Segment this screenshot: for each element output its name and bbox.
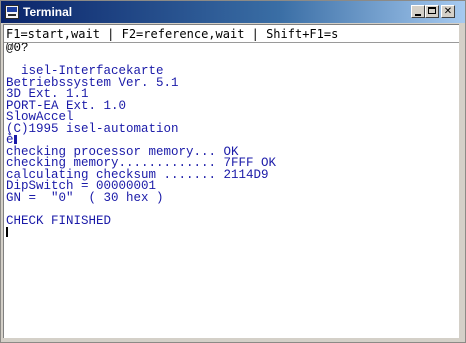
window-title: Terminal	[23, 5, 73, 19]
terminal-line: CHECK FINISHED	[6, 213, 456, 228]
terminal-window: Terminal ✕ F1=start,wait | F2=reference,…	[0, 0, 466, 343]
minimize-button[interactable]	[411, 5, 425, 18]
shortcut-bar[interactable]: F1=start,wait | F2=reference,wait | Shif…	[6, 26, 456, 42]
terminal-line-text: @0?	[6, 43, 29, 55]
maximize-icon	[428, 7, 436, 14]
block-glyph-icon	[13, 135, 17, 144]
terminal-client-area[interactable]: F1=start,wait | F2=reference,wait | Shif…	[3, 24, 459, 338]
minimize-icon	[415, 14, 421, 16]
text-cursor-icon	[6, 227, 8, 237]
title-bar[interactable]: Terminal ✕	[1, 1, 465, 23]
terminal-line-text: CHECK FINISHED	[6, 213, 112, 228]
terminal-line: (C)1995 isel-automation	[6, 121, 456, 136]
terminal-output[interactable]: @0? isel-Interfacekarte Betriebssystem Ve…	[6, 43, 456, 239]
close-button[interactable]: ✕	[441, 5, 455, 18]
terminal-line-text: (C)1995 isel-automation	[6, 121, 179, 136]
terminal-app-icon[interactable]	[5, 5, 19, 19]
close-icon: ✕	[443, 6, 453, 17]
maximize-button[interactable]	[425, 5, 439, 18]
window-bottom-edge	[1, 338, 465, 342]
window-right-edge	[459, 24, 465, 338]
terminal-line: GN = "0" ( 30 hex )	[6, 190, 456, 205]
terminal-line-text: GN = "0" ( 30 hex )	[6, 190, 164, 205]
terminal-line: @0?	[6, 43, 456, 55]
terminal-line	[6, 227, 456, 239]
